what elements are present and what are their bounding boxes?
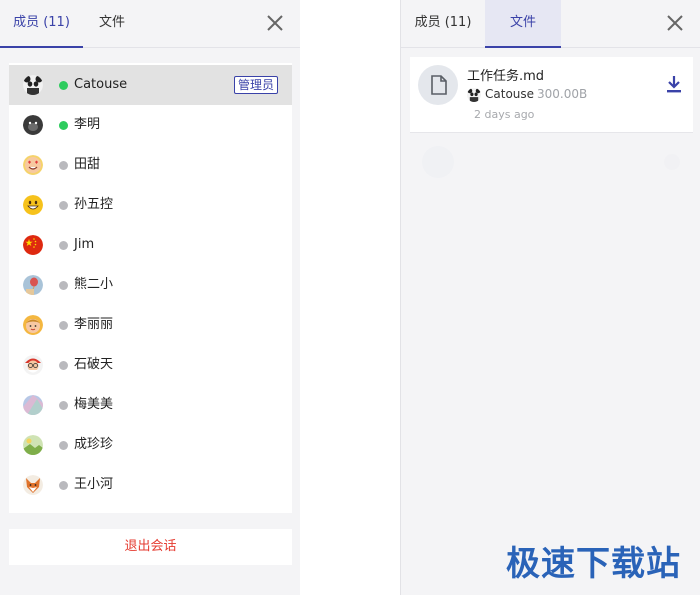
file-time: 2 days ago (474, 108, 535, 121)
member-name: 孙五控 (74, 197, 114, 212)
offline-status-dot (59, 161, 68, 170)
uploader-name: Catouse (485, 87, 535, 101)
santa-avatar (23, 355, 43, 375)
list-item[interactable]: 熊二小 (9, 265, 292, 305)
tab-files[interactable]: 文件 (83, 0, 141, 48)
member-name: 田甜 (74, 157, 101, 172)
list-item[interactable]: 梅美美 (9, 385, 292, 425)
offline-status-dot (59, 201, 68, 210)
offline-status-dot (59, 441, 68, 450)
member-name: Catouse (74, 77, 128, 92)
admin-badge: 管理员 (233, 76, 278, 94)
tab-members[interactable]: 成员 (11) (401, 0, 485, 48)
member-name: 王小河 (74, 477, 114, 492)
face-avatar (23, 315, 43, 335)
list-item[interactable]: Catouse 管理员 (9, 65, 292, 105)
heart-eyes-emoji-avatar (23, 155, 43, 175)
uploader-avatar (467, 88, 481, 102)
file-size: 300.00B (537, 87, 588, 101)
tab-bar: 成员 (11) 文件 (0, 0, 300, 48)
offline-status-dot (59, 241, 68, 250)
member-name: Jim (74, 237, 95, 252)
close-icon[interactable] (664, 12, 686, 34)
grin-emoji-avatar (23, 195, 43, 215)
files-panel: 成员 (11) 文件 工作任务.md Catouse 300.00B 2 day… (400, 0, 700, 595)
online-status-dot (59, 81, 68, 90)
list-item[interactable]: 孙五控 (9, 185, 292, 225)
download-icon[interactable] (665, 74, 683, 94)
offline-status-dot (59, 281, 68, 290)
panda-avatar (23, 75, 43, 95)
member-name: 熊二小 (74, 277, 114, 292)
member-name: 李丽丽 (74, 317, 114, 332)
member-name: 梅美美 (74, 397, 114, 412)
loading-placeholder (410, 140, 693, 184)
list-item[interactable]: 王小河 (9, 465, 292, 505)
offline-status-dot (59, 361, 68, 370)
fox-avatar (23, 475, 43, 495)
document-icon (418, 65, 458, 105)
watermark-text: 极速下载站 (506, 544, 681, 584)
leave-chat-button[interactable]: 退出会话 (9, 529, 292, 565)
landscape-avatar (23, 435, 43, 455)
offline-status-dot (59, 481, 68, 490)
balloon-avatar (23, 275, 43, 295)
list-item[interactable]: 石破天 (9, 345, 292, 385)
list-item[interactable]: 李明 (9, 105, 292, 145)
gorilla-avatar (23, 115, 43, 135)
offline-status-dot (59, 321, 68, 330)
members-panel: 成员 (11) 文件 Catouse 管理员 李明 田甜 孙五控 Jim 熊二小… (0, 0, 300, 595)
list-item[interactable]: Jim (9, 225, 292, 265)
list-item[interactable]: 田甜 (9, 145, 292, 185)
tab-members[interactable]: 成员 (11) (0, 0, 83, 48)
offline-status-dot (59, 401, 68, 410)
list-item[interactable]: 李丽丽 (9, 305, 292, 345)
file-item[interactable]: 工作任务.md Catouse 300.00B 2 days ago (410, 57, 693, 133)
tab-files[interactable]: 文件 (485, 0, 561, 48)
member-name: 成珍珍 (74, 437, 114, 452)
member-name: 李明 (74, 117, 101, 132)
china-flag-avatar (23, 235, 43, 255)
online-status-dot (59, 121, 68, 130)
list-item[interactable]: 成珍珍 (9, 425, 292, 465)
close-icon[interactable] (264, 12, 286, 34)
tab-bar: 成员 (11) 文件 (401, 0, 700, 48)
file-name: 工作任务.md (467, 69, 545, 84)
member-name: 石破天 (74, 357, 114, 372)
pastel-avatar (23, 395, 43, 415)
member-list: Catouse 管理员 李明 田甜 孙五控 Jim 熊二小 李丽丽 石破天 梅美… (9, 63, 292, 513)
